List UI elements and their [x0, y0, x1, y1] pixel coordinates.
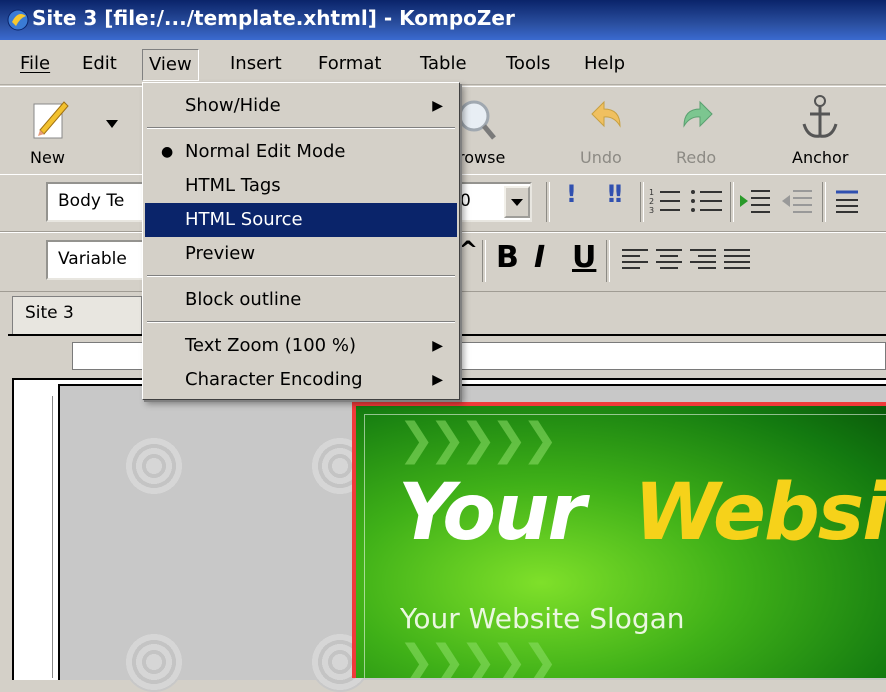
font-family-select[interactable]: Variable	[46, 240, 156, 280]
menuitem-html-tags[interactable]: HTML Tags	[145, 169, 457, 203]
menu-separator	[147, 321, 455, 323]
smaller-text-icon[interactable]: !	[566, 180, 577, 208]
align-left-icon[interactable]	[620, 246, 650, 274]
numbered-list-icon[interactable]: 123	[648, 186, 682, 216]
menuitem-block-outline[interactable]: Block outline	[145, 283, 457, 317]
undo-icon[interactable]	[588, 98, 624, 138]
new-icon[interactable]	[26, 94, 76, 144]
paragraph-format-select[interactable]: Body Te	[46, 182, 156, 222]
anchor-button-label[interactable]: Anchor	[792, 148, 848, 167]
align-justify-icon[interactable]	[722, 246, 752, 274]
menu-separator	[147, 127, 455, 129]
menu-table[interactable]: Table	[414, 49, 473, 79]
outdent-icon[interactable]	[780, 186, 814, 216]
menuitem-html-source[interactable]: HTML Source	[145, 203, 457, 237]
redo-button-label[interactable]: Redo	[676, 148, 716, 167]
new-button-label[interactable]: New	[30, 148, 65, 167]
horizontal-line-icon[interactable]	[834, 186, 868, 216]
anchor-icon[interactable]	[800, 94, 840, 142]
submenu-arrow-icon: ▶	[432, 372, 443, 388]
menuitem-preview[interactable]: Preview	[145, 237, 457, 271]
menu-format[interactable]: Format	[312, 49, 387, 79]
align-right-icon[interactable]	[688, 246, 718, 274]
menu-edit[interactable]: Edit	[76, 49, 123, 79]
website-banner-image[interactable]: ❯❯❯❯❯ ❯❯❯❯❯ Your Websi Your Website Slog…	[352, 402, 886, 678]
browse-icon[interactable]	[458, 96, 498, 142]
redo-icon[interactable]	[680, 98, 716, 138]
background-swirl	[124, 632, 184, 692]
left-ruler	[18, 396, 53, 678]
menu-help[interactable]: Help	[578, 49, 631, 79]
banner-title-website: Websi	[634, 468, 886, 558]
menu-view[interactable]: View	[142, 49, 199, 81]
menuitem-character-encoding[interactable]: Character Encoding ▶	[145, 363, 457, 397]
menuitem-normal-edit-mode[interactable]: ● Normal Edit Mode	[145, 135, 457, 169]
submenu-arrow-icon: ▶	[432, 338, 443, 354]
underline-icon[interactable]: U	[572, 240, 596, 275]
menuitem-show-hide[interactable]: Show/Hide ▶	[145, 89, 457, 123]
submenu-arrow-icon: ▶	[432, 98, 443, 114]
toolbar-separator	[606, 240, 610, 282]
banner-slogan: Your Website Slogan	[400, 602, 685, 635]
window-title: Site 3 [file:/.../template.xhtml] - Komp…	[32, 6, 515, 30]
tab-site-3[interactable]: Site 3	[12, 296, 142, 334]
font-size-dropdown-button[interactable]	[504, 186, 530, 218]
toolbar-separator	[730, 182, 734, 222]
menuitem-text-zoom[interactable]: Text Zoom (100 %) ▶	[145, 329, 457, 363]
undo-button-label[interactable]: Undo	[580, 148, 622, 167]
kompozer-app-icon[interactable]	[6, 8, 30, 32]
chevron-decoration: ❯❯❯❯❯	[398, 414, 558, 465]
toolbar-separator	[640, 182, 644, 222]
radio-bullet-icon: ●	[161, 144, 174, 160]
text-color-icon[interactable]: ^	[458, 236, 478, 264]
italic-icon[interactable]: I	[534, 240, 545, 275]
align-center-icon[interactable]	[654, 246, 684, 274]
toolbar-separator	[822, 182, 826, 222]
bold-icon[interactable]: B	[496, 240, 519, 275]
svg-text:1: 1	[649, 188, 654, 197]
new-dropdown-icon[interactable]	[104, 118, 120, 130]
banner-title-your: Your	[398, 468, 586, 558]
indent-icon[interactable]	[738, 186, 772, 216]
background-swirl	[124, 436, 184, 496]
chevron-decoration: ❯❯❯❯❯	[398, 636, 558, 678]
view-menu-dropdown: Show/Hide ▶ ● Normal Edit Mode HTML Tags H…	[142, 82, 460, 400]
toolbar-separator	[482, 240, 486, 282]
toolbar-separator	[546, 182, 550, 222]
menu-file[interactable]: File	[14, 49, 56, 79]
menu-separator	[147, 275, 455, 277]
menu-insert[interactable]: Insert	[224, 49, 288, 79]
svg-text:3: 3	[649, 206, 654, 215]
browse-button-label[interactable]: rowse	[458, 148, 505, 167]
bullet-list-icon[interactable]	[690, 186, 724, 216]
menu-tools[interactable]: Tools	[500, 49, 556, 79]
svg-text:2: 2	[649, 197, 654, 206]
larger-text-icon[interactable]: !!	[606, 180, 624, 208]
